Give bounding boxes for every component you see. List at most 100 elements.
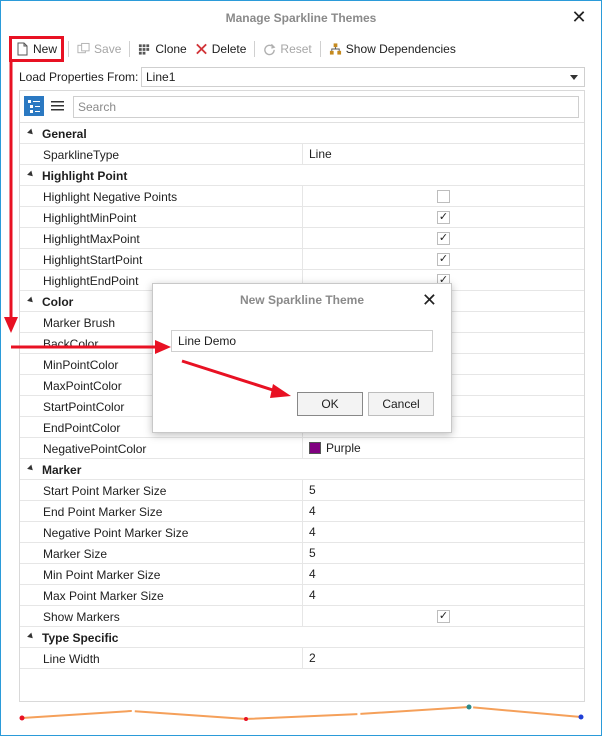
property-row[interactable]: SparklineType Line [20, 144, 584, 165]
property-row[interactable]: Line Width 2 [20, 648, 584, 669]
load-properties-select[interactable]: Line1 [141, 67, 585, 87]
reset-button[interactable]: Reset [259, 37, 315, 61]
toolbar: New Save Clone Delete Reset Show Depende… [9, 36, 460, 62]
property-name: MaxPointColor [43, 379, 122, 393]
reset-icon [264, 43, 276, 56]
property-row[interactable]: HighlightMaxPoint ✓ [20, 228, 584, 249]
cancel-button[interactable]: Cancel [368, 392, 434, 416]
show-dependencies-button[interactable]: Show Dependencies [325, 37, 460, 61]
property-row[interactable]: Show Markers ✓ [20, 606, 584, 627]
property-name: Max Point Marker Size [43, 589, 164, 603]
category-label: Color [42, 295, 74, 309]
property-value-cell: ✓ [302, 606, 584, 626]
category-label: Marker [42, 463, 82, 477]
property-value-cell[interactable]: Purple [302, 438, 584, 458]
property-name: HighlightStartPoint [43, 253, 143, 267]
property-row[interactable]: Max Point Marker Size 4 [20, 585, 584, 606]
property-name: HighlightMinPoint [43, 211, 137, 225]
collapse-triangle-icon [27, 632, 35, 641]
category-highlight-point[interactable]: Highlight Point [20, 165, 584, 186]
property-name: HighlightMaxPoint [43, 232, 140, 246]
property-name: HighlightEndPoint [43, 274, 139, 288]
list-icon [51, 101, 64, 111]
dialog-title: New Sparkline Theme [239, 293, 365, 307]
property-name: SparklineType [43, 148, 120, 162]
window-title: Manage Sparkline Themes [225, 11, 377, 25]
clone-button[interactable]: Clone [134, 37, 190, 61]
category-marker[interactable]: Marker [20, 459, 584, 480]
show-markers-checkbox[interactable]: ✓ [437, 610, 450, 623]
show-dependencies-label: Show Dependencies [345, 42, 456, 56]
alphabetical-view-button[interactable] [48, 96, 68, 116]
delete-button[interactable]: Delete [191, 37, 251, 61]
property-value[interactable]: 5 [302, 543, 584, 563]
search-input[interactable]: Search [73, 96, 579, 118]
property-value[interactable]: 5 [302, 480, 584, 500]
property-name: NegativePointColor [43, 442, 147, 456]
property-row[interactable]: Start Point Marker Size 5 [20, 480, 584, 501]
arrowhead [4, 317, 18, 333]
property-name: MinPointColor [43, 358, 119, 372]
property-name: Negative Point Marker Size [43, 526, 189, 540]
property-name: Marker Size [43, 547, 108, 561]
new-document-icon [17, 42, 28, 56]
property-name: Marker Brush [43, 316, 116, 330]
property-name: EndPointColor [43, 421, 121, 435]
property-value[interactable]: 4 [302, 585, 584, 605]
categorized-icon [28, 100, 40, 113]
highlight-max-checkbox[interactable]: ✓ [437, 232, 450, 245]
property-value[interactable]: 4 [302, 522, 584, 542]
property-value[interactable]: 4 [302, 564, 584, 584]
property-row[interactable]: HighlightMinPoint ✓ [20, 207, 584, 228]
property-row[interactable]: End Point Marker Size 4 [20, 501, 584, 522]
property-row[interactable]: Min Point Marker Size 4 [20, 564, 584, 585]
property-value[interactable]: 4 [302, 501, 584, 521]
sparkline-max-marker [466, 704, 472, 710]
toolbar-separator [68, 41, 70, 57]
clone-icon [139, 44, 150, 55]
theme-name-input[interactable]: Line Demo [171, 330, 433, 352]
manage-sparkline-themes-window: Manage Sparkline Themes ✕ New Save Clone… [0, 0, 602, 736]
property-name: Min Point Marker Size [43, 568, 161, 582]
property-row[interactable]: Highlight Negative Points [20, 186, 584, 207]
new-button[interactable]: New [9, 36, 65, 62]
color-swatch [309, 442, 321, 454]
property-name: Start Point Marker Size [43, 484, 167, 498]
highlight-negative-checkbox[interactable] [437, 190, 450, 203]
highlight-min-checkbox[interactable]: ✓ [437, 211, 450, 224]
category-label: Highlight Point [42, 169, 128, 183]
property-value: Purple [326, 441, 361, 455]
property-row[interactable]: Marker Size 5 [20, 543, 584, 564]
property-row[interactable]: HighlightStartPoint ✓ [20, 249, 584, 270]
property-row[interactable]: NegativePointColor Purple [20, 438, 584, 459]
highlight-start-checkbox[interactable]: ✓ [437, 253, 450, 266]
categorized-view-button[interactable] [24, 96, 44, 116]
load-properties-row: Load Properties From: Line1 [19, 67, 585, 87]
category-label: Type Specific [42, 631, 119, 645]
toolbar-separator [254, 41, 256, 57]
category-general[interactable]: General [20, 123, 584, 144]
property-name: End Point Marker Size [43, 505, 163, 519]
save-button-label: Save [94, 42, 122, 56]
dialog-close-icon[interactable]: ✕ [422, 291, 437, 309]
collapse-triangle-icon [27, 464, 35, 473]
property-name: StartPointColor [43, 400, 125, 414]
save-button[interactable]: Save [73, 37, 125, 61]
property-row[interactable]: Negative Point Marker Size 4 [20, 522, 584, 543]
property-value-cell: ✓ [302, 207, 584, 227]
property-value[interactable]: 2 [302, 648, 584, 668]
property-value[interactable]: Line [302, 144, 584, 164]
delete-x-icon [195, 43, 207, 55]
category-type-specific[interactable]: Type Specific [20, 627, 584, 648]
property-name: BackColor [43, 337, 99, 351]
ok-button[interactable]: OK [297, 392, 363, 416]
close-icon[interactable]: ✕ [571, 8, 587, 26]
property-name: Show Markers [43, 610, 120, 624]
new-sparkline-theme-dialog: New Sparkline Theme ✕ Line Demo OK Cance… [152, 283, 452, 433]
collapse-triangle-icon [27, 170, 35, 179]
sparkline-min-marker [244, 717, 248, 721]
property-name: Line Width [43, 652, 100, 666]
sparkline-end-marker [578, 714, 584, 720]
toolbar-separator [319, 41, 321, 57]
category-label: General [42, 127, 87, 141]
